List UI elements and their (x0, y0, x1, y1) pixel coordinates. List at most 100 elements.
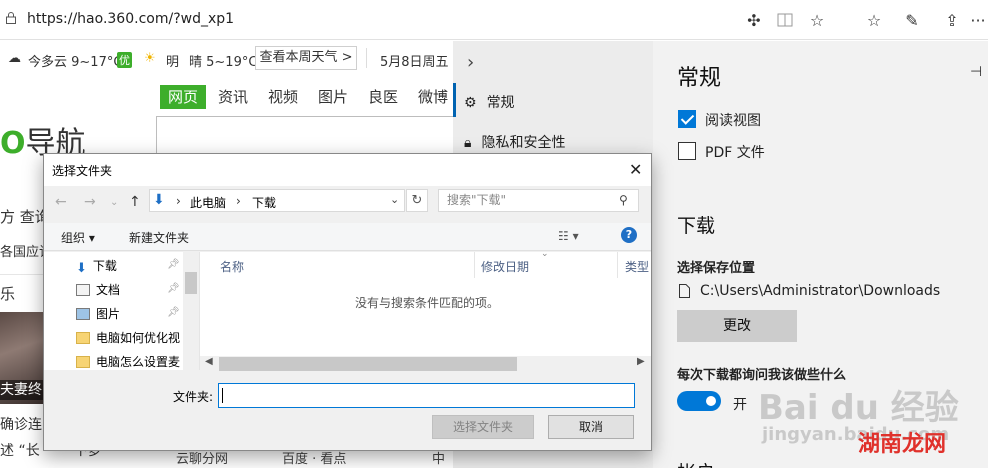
tree-item-downloads[interactable]: ⬇ 下载 (76, 257, 117, 276)
organize-menu[interactable]: 组织 ▾ (61, 229, 95, 246)
pdf-label: PDF 文件 (705, 145, 765, 161)
chevron-down-icon[interactable]: ⌄ (390, 193, 399, 206)
gear-icon: ⚙ (464, 95, 477, 111)
nav-item-general[interactable]: ⚙ 常规 (464, 92, 515, 112)
download-arrow-icon: ⬇ (153, 192, 165, 208)
url-field[interactable]: https://hao.360.com/?wd_xp1 (27, 11, 234, 27)
recent-dropdown-icon[interactable]: ⌄ (110, 197, 118, 208)
scroll-right-icon[interactable]: ▶ (637, 356, 645, 367)
path-bar[interactable] (149, 189, 405, 212)
reading-view-checkbox[interactable] (678, 110, 696, 128)
more-icon[interactable]: ··· (968, 10, 988, 30)
change-button[interactable]: 更改 (677, 310, 797, 342)
photo-caption[interactable]: 夫妻终 (0, 380, 44, 400)
refresh-icon[interactable]: ↻ (406, 189, 428, 212)
ask-toggle[interactable] (677, 391, 721, 411)
tab-news[interactable]: 资讯 (218, 85, 248, 109)
column-type[interactable]: 类型 (625, 258, 649, 275)
tab-images[interactable]: 图片 (318, 85, 348, 109)
column-modified[interactable]: 修改日期 (481, 258, 529, 275)
file-icon (679, 284, 690, 298)
horizontal-scroll-thumb[interactable] (219, 357, 517, 371)
sun-icon: ☀ (144, 51, 156, 66)
back-arrow-icon[interactable]: ← (55, 194, 67, 210)
document-icon (76, 284, 90, 296)
cloud-icon: ☁ (8, 51, 21, 66)
news-link-frag[interactable]: 确诊连 (0, 414, 42, 434)
tree-item-folder[interactable]: 电脑如何优化视 (76, 329, 180, 346)
pin-icon[interactable]: ⊣ (970, 64, 982, 80)
download-arrow-icon: ⬇ (76, 261, 87, 276)
new-folder-button[interactable]: 新建文件夹 (129, 229, 189, 246)
corner-watermark: 湖南龙网 (858, 432, 947, 457)
favorites-icon[interactable]: ☆ (864, 10, 884, 30)
share-icon[interactable]: ⇪ (942, 10, 962, 30)
lock-icon (6, 12, 16, 24)
active-indicator (453, 83, 456, 117)
tab-web[interactable]: 网页 (160, 85, 207, 109)
pdf-checkbox[interactable] (678, 142, 696, 160)
column-divider[interactable] (474, 252, 475, 278)
tree-item-folder[interactable]: 电脑怎么设置麦 (76, 353, 180, 370)
favorite-star-icon[interactable]: ☆ (807, 10, 827, 30)
dialog-titlebar (44, 154, 651, 186)
nav-item-privacy[interactable]: 🔒︎ 隐私和安全性 (464, 132, 565, 152)
divider (366, 48, 367, 68)
view-options-icon[interactable]: ☷ ▾ (558, 229, 579, 243)
pin-icon: 📌︎ (167, 307, 180, 318)
week-weather-button[interactable]: 查看本周天气 > (255, 46, 357, 70)
folder-icon (76, 332, 90, 344)
weather-tomorrow[interactable]: 晴 5~19°C (189, 51, 257, 70)
path-separator: › (176, 194, 181, 208)
toggle-state: 开 (733, 397, 747, 413)
picture-icon (76, 308, 90, 320)
empty-message: 没有与搜索条件匹配的项。 (355, 296, 500, 310)
tab-video[interactable]: 视频 (268, 85, 298, 109)
dialog-search-input[interactable]: 搜索"下载" (438, 189, 639, 212)
extensions-icon[interactable]: ✣ (744, 10, 764, 30)
tree-item-pictures[interactable]: 图片 (76, 305, 120, 322)
weather-row: ☁ 今多云 9~17°C 优 ☀ 明 晴 5~19°C 5月8日周五 (0, 45, 453, 75)
path-leaf[interactable]: 下载 (252, 194, 276, 211)
logo-o-icon: O (0, 126, 26, 161)
date-text: 5月8日周五 (380, 55, 449, 70)
forward-arrow-icon[interactable]: → (84, 194, 96, 210)
path-separator: › (236, 194, 241, 208)
close-icon[interactable]: ✕ (629, 160, 642, 179)
search-icon: ⚲ (619, 193, 628, 207)
category-frag[interactable]: 乐 (0, 283, 15, 304)
pin-icon: 📌︎ (167, 283, 180, 294)
column-name[interactable]: 名称 (220, 258, 244, 275)
text-caret (222, 388, 223, 403)
air-quality-badge: 优 (117, 52, 132, 68)
select-folder-button[interactable]: 选择文件夹 (432, 415, 534, 439)
save-location-label: 选择保存位置 (677, 261, 756, 276)
lock-icon: 🔒︎ (464, 135, 472, 151)
sort-chevron-icon: ⌄ (541, 249, 549, 259)
pin-icon: 📌︎ (167, 259, 180, 270)
folder-icon (76, 356, 90, 368)
column-divider[interactable] (617, 252, 618, 278)
cancel-button[interactable]: 取消 (548, 415, 634, 439)
reading-view-icon[interactable] (775, 10, 795, 30)
tab-health[interactable]: 良医 (368, 85, 398, 109)
tree-scrollbar[interactable] (183, 252, 199, 370)
pen-icon[interactable]: ✎ (902, 10, 922, 30)
panel-title: 常规 (677, 66, 722, 91)
weather-today[interactable]: 今多云 9~17°C (28, 51, 122, 70)
tab-weibo[interactable]: 微博 (418, 85, 448, 109)
up-arrow-icon[interactable]: ↑ (129, 194, 141, 210)
news-link-frag[interactable]: 述 “长 (0, 440, 40, 460)
reading-view-label: 阅读视图 (705, 113, 761, 129)
help-icon[interactable]: ? (621, 227, 637, 243)
tree-item-documents[interactable]: 文档 (76, 281, 120, 298)
weather-tomorrow-day: 明 (166, 55, 180, 70)
watermark-brand: Bai du 经验 (758, 388, 959, 428)
tree-scroll-thumb[interactable] (185, 272, 197, 294)
folder-input[interactable] (218, 383, 635, 408)
save-location-path: C:\Users\Administrator\Downloads (700, 283, 941, 299)
path-root[interactable]: 此电脑 (190, 194, 226, 211)
folder-label: 文件夹: (173, 390, 214, 404)
chevron-right-icon[interactable]: › (467, 52, 474, 73)
scroll-left-icon[interactable]: ◀ (205, 356, 213, 367)
